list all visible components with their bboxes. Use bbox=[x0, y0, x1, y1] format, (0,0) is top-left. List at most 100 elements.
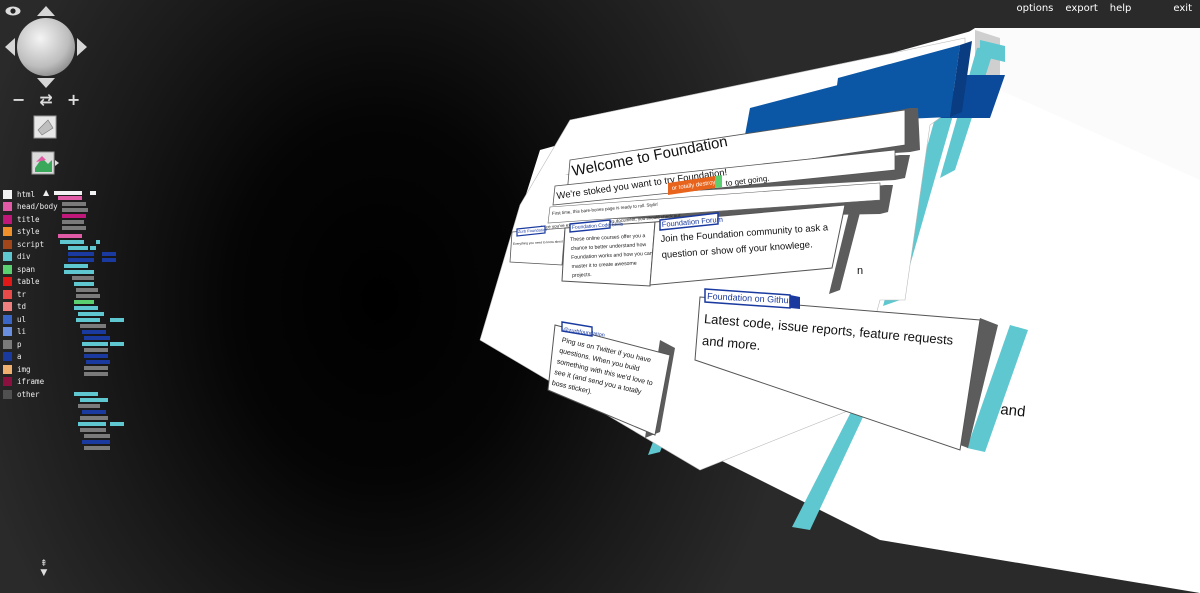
scroll-controls[interactable]: ⇞ ▼ bbox=[40, 560, 48, 578]
stray-n: n bbox=[857, 265, 863, 277]
dom-node-bar[interactable] bbox=[102, 258, 116, 262]
dom-node-bar[interactable] bbox=[76, 288, 98, 292]
dom-node-bar[interactable] bbox=[62, 220, 84, 224]
dom-node-bar[interactable] bbox=[84, 354, 108, 358]
dom-node-bar[interactable] bbox=[84, 446, 110, 450]
dom-node-bar[interactable] bbox=[76, 318, 100, 322]
legend-item[interactable]: other bbox=[3, 388, 58, 401]
eye-icon[interactable] bbox=[5, 5, 21, 17]
dom-node-bar[interactable] bbox=[110, 342, 124, 346]
dom-node-bar[interactable] bbox=[86, 360, 110, 364]
zoom-in-button[interactable]: + bbox=[67, 90, 80, 109]
dom-node-bar[interactable] bbox=[80, 428, 106, 432]
dom-node-bar[interactable] bbox=[62, 226, 86, 230]
dom-node-bar[interactable] bbox=[82, 440, 110, 444]
legend-item[interactable]: a bbox=[3, 351, 58, 364]
zoom-controls: − ⇄ + bbox=[12, 90, 80, 109]
flat-view-icon[interactable] bbox=[30, 114, 60, 140]
dom-node-bar[interactable] bbox=[84, 434, 110, 438]
dom-node-bar[interactable] bbox=[74, 392, 98, 396]
legend-item[interactable]: td bbox=[3, 301, 58, 314]
dom-node-bar[interactable] bbox=[64, 264, 88, 268]
dom-node-bar[interactable] bbox=[62, 202, 86, 206]
exit-menu[interactable]: exit bbox=[1173, 3, 1192, 14]
reset-view-button[interactable]: ⇄ bbox=[39, 90, 52, 109]
dom-node-bar[interactable] bbox=[82, 342, 108, 346]
dom-node-bar[interactable] bbox=[80, 324, 106, 328]
legend-swatch bbox=[3, 277, 12, 287]
legend-label: title bbox=[17, 214, 40, 224]
legend-item[interactable]: ul bbox=[3, 313, 58, 326]
dom-bars[interactable] bbox=[54, 188, 129, 458]
tag-legend: html head/body title style script div span tabl… bbox=[3, 188, 58, 401]
dom-3d-viewport[interactable]: Welcome to Foundation We're stoked you w… bbox=[0, 0, 1200, 593]
legend-label: ul bbox=[17, 314, 27, 324]
help-menu[interactable]: help bbox=[1110, 3, 1132, 14]
dom-node-bar[interactable] bbox=[76, 294, 100, 298]
legend-item[interactable]: title bbox=[3, 213, 58, 226]
options-menu[interactable]: options bbox=[1017, 3, 1054, 14]
dom-node-bar[interactable] bbox=[84, 366, 108, 370]
arrow-down-icon[interactable] bbox=[37, 78, 55, 88]
dom-node-bar[interactable] bbox=[78, 404, 100, 408]
legend-item[interactable]: tr bbox=[3, 288, 58, 301]
dom-node-bar[interactable] bbox=[68, 258, 94, 262]
dom-node-bar[interactable] bbox=[74, 306, 98, 310]
orbit-dpad[interactable] bbox=[5, 6, 87, 88]
legend-item[interactable]: head/body bbox=[3, 201, 58, 214]
dom-node-bar[interactable] bbox=[54, 191, 82, 195]
dom-node-bar[interactable] bbox=[82, 330, 106, 334]
legend-label: table bbox=[17, 277, 40, 287]
legend-item[interactable]: table bbox=[3, 276, 58, 289]
dom-node-bar[interactable] bbox=[90, 246, 96, 250]
dom-node-bar[interactable] bbox=[110, 318, 124, 322]
legend-label: td bbox=[17, 302, 27, 312]
dom-node-bar[interactable] bbox=[68, 252, 94, 256]
top-menu: options export help exit bbox=[1017, 3, 1192, 14]
dom-node-bar[interactable] bbox=[58, 196, 82, 200]
legend-item[interactable]: style bbox=[3, 226, 58, 239]
orbit-ball-icon[interactable] bbox=[17, 18, 75, 76]
legend-label: other bbox=[17, 389, 40, 399]
dom-node-bar[interactable] bbox=[82, 410, 106, 414]
dom-node-bar[interactable] bbox=[62, 208, 88, 212]
dom-node-bar[interactable] bbox=[84, 336, 110, 340]
dom-node-bar[interactable] bbox=[78, 422, 106, 426]
dom-node-bar[interactable] bbox=[74, 300, 94, 304]
export-menu[interactable]: export bbox=[1065, 3, 1097, 14]
legend-item[interactable]: html bbox=[3, 188, 58, 201]
legend-item[interactable]: script bbox=[3, 238, 58, 251]
dom-node-bar[interactable] bbox=[102, 252, 116, 256]
legend-item[interactable]: iframe bbox=[3, 376, 58, 389]
arrow-right-icon[interactable] bbox=[77, 38, 87, 56]
dom-node-bar[interactable] bbox=[68, 246, 88, 250]
dom-node-bar[interactable] bbox=[72, 276, 94, 280]
dom-node-bar[interactable] bbox=[64, 270, 94, 274]
legend-swatch bbox=[3, 289, 12, 299]
dom-node-bar[interactable] bbox=[80, 416, 108, 420]
scroll-down-icon[interactable]: ▼ bbox=[40, 569, 48, 578]
zoom-out-button[interactable]: − bbox=[12, 90, 25, 109]
dom-node-bar[interactable] bbox=[90, 191, 96, 195]
dom-node-bar[interactable] bbox=[60, 240, 84, 244]
legend-item[interactable]: p bbox=[3, 338, 58, 351]
legend-item[interactable]: img bbox=[3, 363, 58, 376]
arrow-up-icon[interactable] bbox=[37, 6, 55, 16]
dom-node-bar[interactable] bbox=[58, 234, 82, 238]
legend-item[interactable]: div bbox=[3, 251, 58, 264]
dom-node-bar[interactable] bbox=[84, 372, 108, 376]
dom-node-bar[interactable] bbox=[74, 282, 94, 286]
dom-node-bar[interactable] bbox=[96, 240, 100, 244]
legend-swatch bbox=[3, 264, 12, 274]
arrow-left-icon[interactable] bbox=[5, 38, 15, 56]
legend-swatch bbox=[3, 364, 12, 374]
dom-node-bar[interactable] bbox=[78, 312, 104, 316]
dom-node-bar[interactable] bbox=[62, 214, 86, 218]
dom-node-bar[interactable] bbox=[80, 398, 108, 402]
dom-node-bar[interactable] bbox=[110, 422, 124, 426]
collapse-up-icon[interactable]: ▲ bbox=[43, 188, 49, 197]
dom-node-bar[interactable] bbox=[84, 348, 108, 352]
legend-item[interactable]: span bbox=[3, 263, 58, 276]
legend-item[interactable]: li bbox=[3, 326, 58, 339]
screenshot-icon[interactable] bbox=[30, 150, 60, 176]
